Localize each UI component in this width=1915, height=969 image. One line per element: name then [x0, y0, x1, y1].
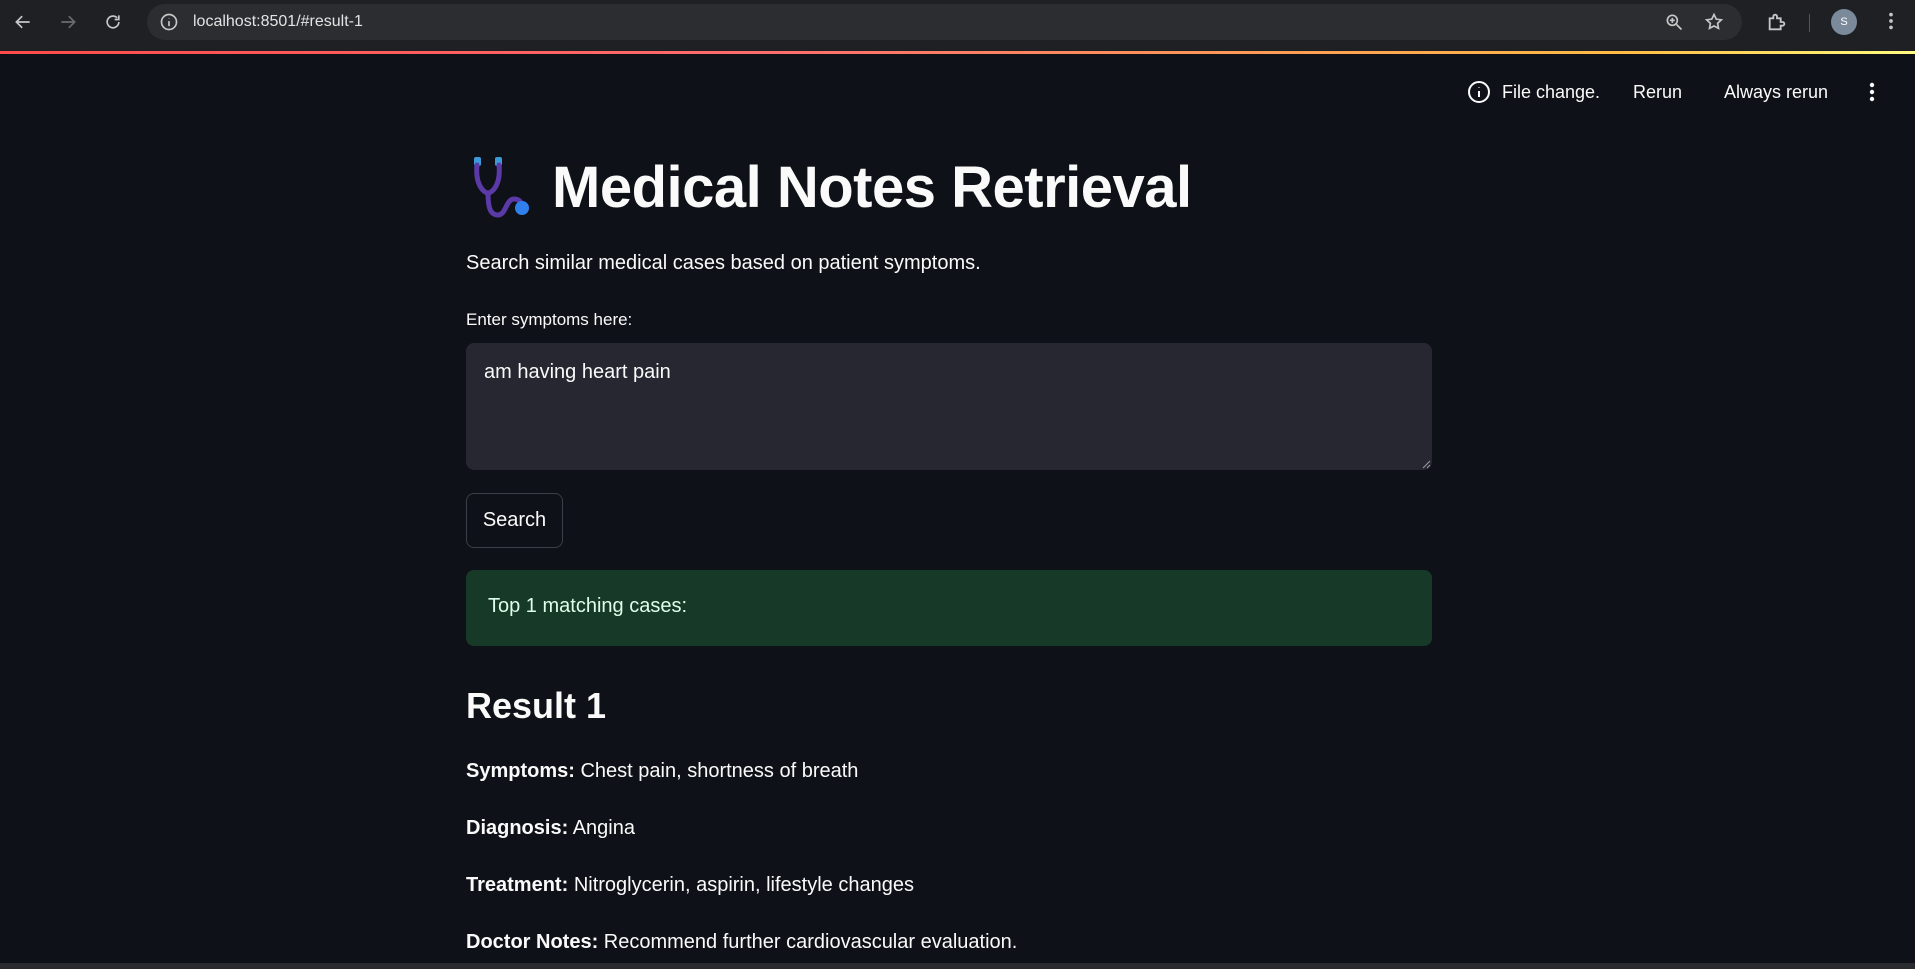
doctor-notes-field-label: Doctor Notes:	[466, 931, 599, 953]
treatment-field-value: Nitroglycerin, aspirin, lifestyle change…	[573, 874, 914, 896]
toolbar-divider	[1809, 14, 1810, 32]
zoom-icon[interactable]	[1664, 12, 1684, 32]
doctor-notes-field-value: Recommend further cardiovascular evaluat…	[603, 931, 1018, 953]
bookmark-star-icon[interactable]	[1704, 12, 1724, 32]
app-menu-icon[interactable]	[1860, 80, 1884, 106]
stethoscope-icon	[474, 156, 529, 218]
symptoms-field-value: Chest pain, shortness of breath	[580, 760, 859, 782]
file-change-status: File change.	[1502, 82, 1601, 102]
reload-icon[interactable]	[101, 10, 125, 34]
result-heading: Result 1	[466, 685, 607, 726]
symptoms-input[interactable]: am having heart pain	[466, 343, 1432, 470]
page-title: Medical Notes Retrieval	[552, 155, 1192, 220]
url-text[interactable]: localhost:8501/#result-1	[193, 13, 363, 31]
back-arrow-icon[interactable]	[11, 10, 35, 34]
profile-avatar[interactable]: S	[1831, 9, 1857, 35]
treatment-field: Treatment: Nitroglycerin, aspirin, lifes…	[466, 874, 914, 897]
extensions-icon[interactable]	[1766, 11, 1788, 33]
diagnosis-field-label: Diagnosis:	[466, 817, 569, 839]
always-rerun-button[interactable]: Always rerun	[1724, 82, 1828, 103]
window-bottom-edge	[0, 963, 1915, 969]
treatment-field-label: Treatment:	[466, 874, 569, 896]
app-header	[0, 54, 1915, 134]
results-summary-alert: Top 1 matching cases:	[466, 570, 1432, 646]
page-subtitle: Search similar medical cases based on pa…	[466, 252, 981, 274]
symptoms-field: Symptoms: Chest pain, shortness of breat…	[466, 760, 858, 783]
resize-handle-icon[interactable]	[1422, 460, 1431, 469]
diagnosis-field: Diagnosis: Angina	[466, 817, 635, 840]
symptoms-field-label: Symptoms:	[466, 760, 575, 782]
address-bar[interactable]: localhost:8501/#result-1	[147, 4, 1742, 40]
symptoms-label: Enter symptoms here:	[466, 310, 633, 329]
forward-arrow-icon[interactable]	[56, 10, 80, 34]
search-button[interactable]: Search	[466, 493, 563, 548]
doctor-notes-field: Doctor Notes: Recommend further cardiova…	[466, 931, 1017, 954]
site-info-icon[interactable]	[159, 12, 179, 32]
chrome-menu-icon[interactable]	[1880, 10, 1902, 34]
title-row: Medical Notes Retrieval	[466, 154, 1192, 221]
browser-toolbar: localhost:8501/#result-1 S	[0, 0, 1915, 53]
rerun-button[interactable]: Rerun	[1633, 82, 1682, 103]
diagnosis-field-value: Angina	[572, 817, 635, 839]
info-icon	[1467, 80, 1491, 104]
